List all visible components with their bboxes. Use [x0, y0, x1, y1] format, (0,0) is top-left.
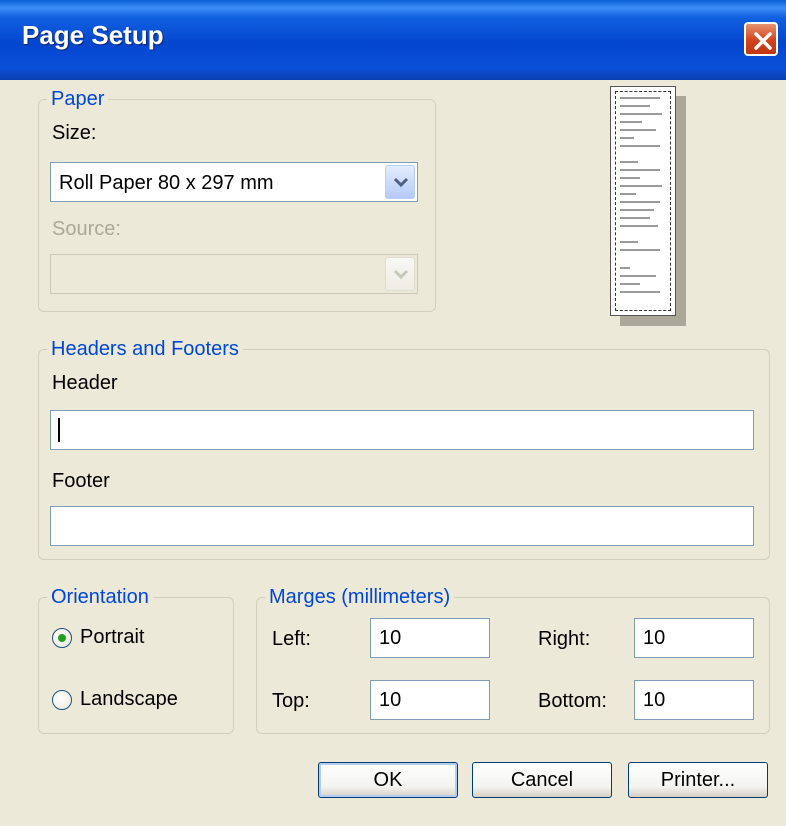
window-title: Page Setup [22, 20, 164, 50]
paper-size-select[interactable]: Roll Paper 80 x 297 mm [50, 162, 418, 202]
paper-source-select [50, 254, 418, 294]
preview-text-line [620, 169, 660, 171]
chevron-down-icon [393, 177, 409, 188]
preview-text-line [620, 145, 660, 147]
page-preview-sheet [610, 86, 676, 316]
preview-text-line [620, 129, 656, 131]
preview-text-line [620, 105, 650, 107]
preview-text-line [620, 283, 640, 285]
headers-footers-legend: Headers and Footers [51, 338, 239, 360]
portrait-label[interactable]: Portrait [80, 626, 144, 649]
chevron-down-icon [393, 269, 409, 280]
preview-text-line [620, 201, 660, 203]
preview-text-line [620, 121, 642, 123]
source-label: Source: [52, 218, 121, 240]
title-bar[interactable]: Page Setup [0, 0, 786, 80]
close-button[interactable] [744, 22, 778, 56]
margins-legend: Marges (millimeters) [269, 586, 451, 608]
preview-text-line [620, 291, 660, 293]
preview-text-line [620, 267, 630, 269]
footer-input[interactable] [50, 506, 754, 546]
paper-size-value: Roll Paper 80 x 297 mm [59, 172, 274, 194]
preview-text-line [620, 185, 662, 187]
right-margin-input[interactable] [634, 618, 754, 658]
orientation-legend: Orientation [51, 586, 149, 608]
page-preview [610, 86, 690, 326]
preview-text-line [620, 113, 662, 115]
preview-text-line [620, 137, 634, 139]
portrait-radio[interactable] [52, 628, 72, 648]
preview-text-line [620, 225, 658, 227]
preview-text-line [620, 275, 656, 277]
paper-legend: Paper [51, 88, 105, 110]
preview-text-line [620, 97, 660, 99]
close-x-icon [754, 32, 772, 50]
left-margin-label: Left: [272, 628, 311, 650]
preview-text-line [620, 241, 638, 243]
paper-source-dropdown-button [385, 257, 415, 291]
landscape-radio[interactable] [52, 690, 72, 710]
footer-label: Footer [52, 470, 110, 492]
cancel-button[interactable]: Cancel [472, 762, 612, 798]
ok-button[interactable]: OK [318, 762, 458, 798]
bottom-margin-input[interactable] [634, 680, 754, 720]
preview-text-line [620, 177, 640, 179]
header-label: Header [52, 372, 118, 394]
orientation-group: Orientation [38, 586, 234, 734]
top-margin-label: Top: [272, 690, 310, 712]
left-margin-input[interactable] [370, 618, 490, 658]
bottom-margin-label: Bottom: [538, 690, 607, 712]
preview-text-line [620, 217, 650, 219]
preview-text-line [620, 193, 636, 195]
top-margin-input[interactable] [370, 680, 490, 720]
right-margin-label: Right: [538, 628, 591, 650]
preview-text-line [620, 161, 638, 163]
preview-text-line [620, 209, 654, 211]
landscape-label[interactable]: Landscape [80, 688, 178, 711]
preview-text-line [620, 249, 660, 251]
paper-size-dropdown-button[interactable] [385, 165, 415, 199]
text-cursor [58, 418, 60, 442]
header-input[interactable] [50, 410, 754, 450]
size-label: Size: [52, 122, 97, 144]
printer-button[interactable]: Printer... [628, 762, 768, 798]
